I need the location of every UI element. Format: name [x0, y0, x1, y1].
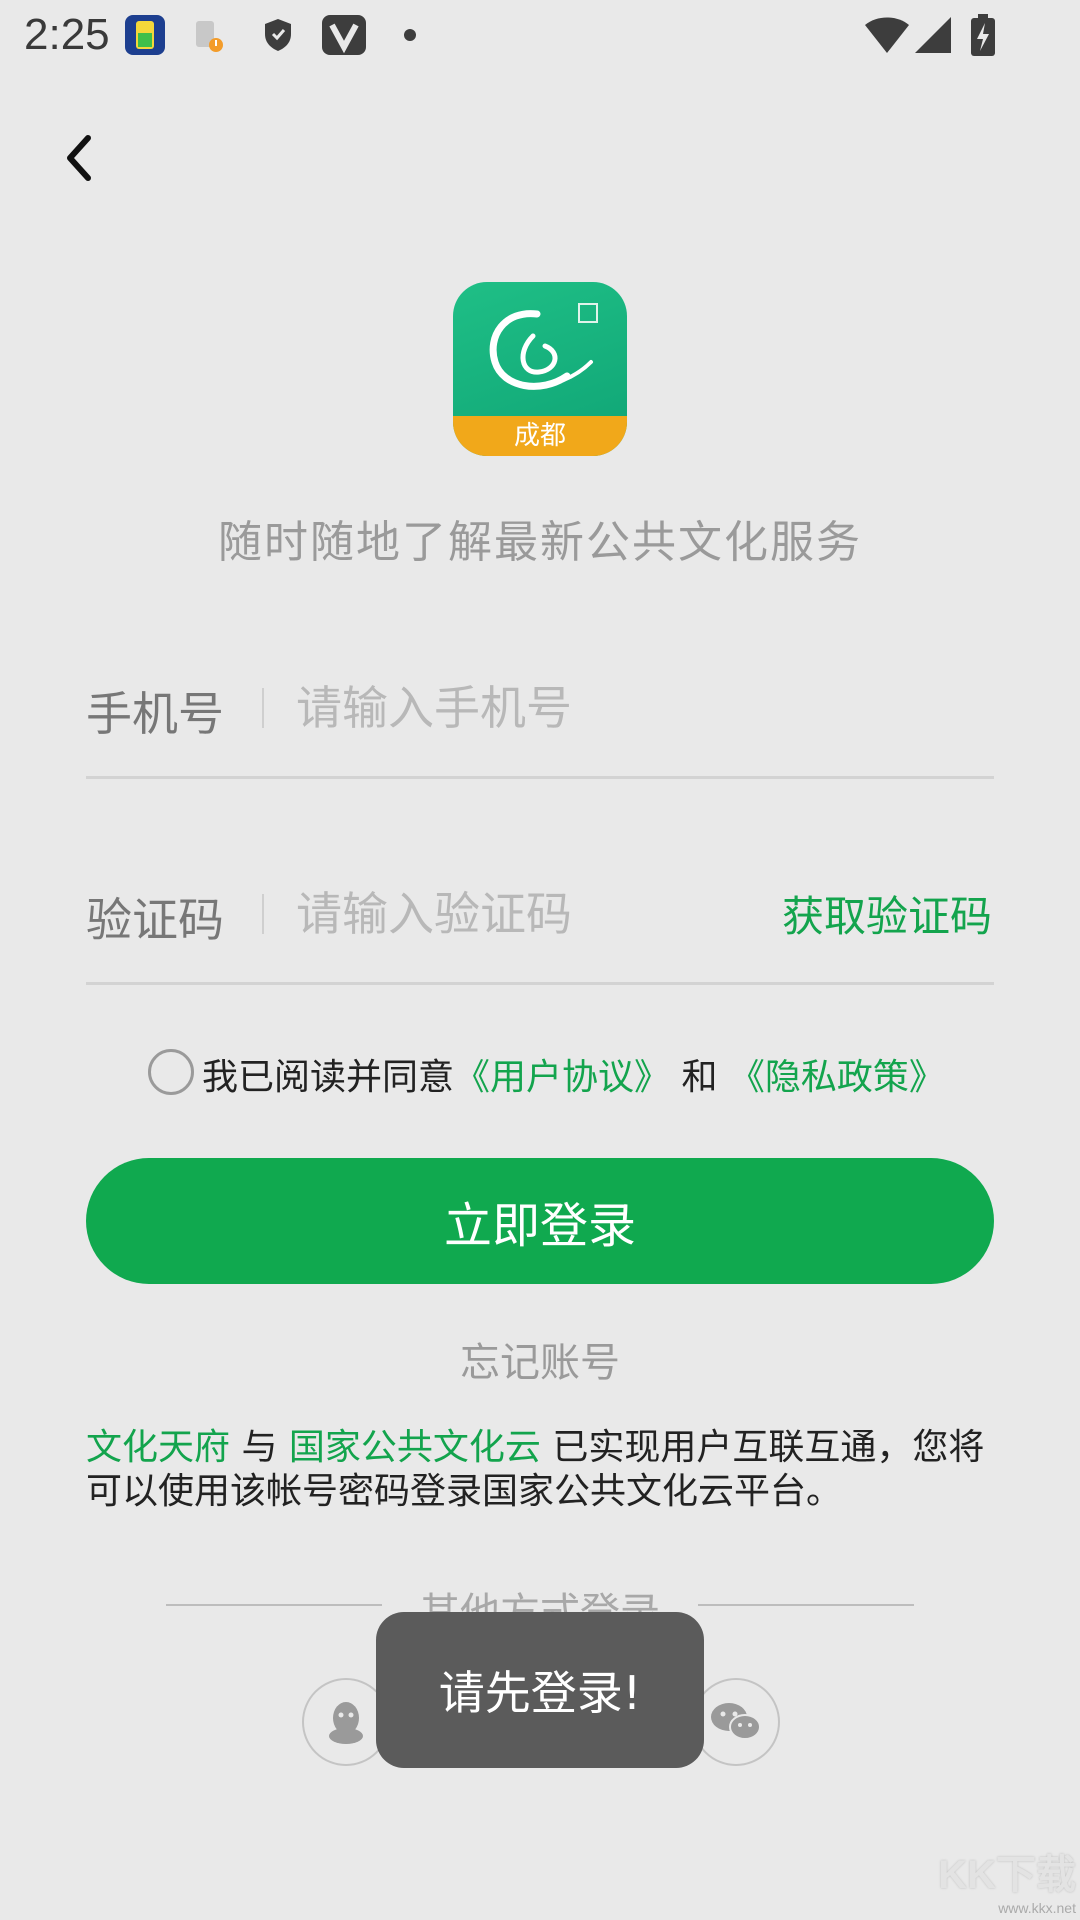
- phone-separator: [262, 688, 264, 728]
- vpn-v-icon: [320, 12, 368, 58]
- battery-app-icon: [122, 12, 168, 58]
- login-button[interactable]: 立即登录: [86, 1158, 994, 1284]
- agreement-prefix: 我已阅读并同意: [202, 1057, 455, 1098]
- toast-message: 请先登录!: [376, 1612, 704, 1768]
- code-input[interactable]: [296, 886, 736, 942]
- signal-icon: [912, 12, 954, 58]
- status-time: 2:25: [24, 10, 110, 59]
- app-logo: 成都: [453, 282, 627, 456]
- tagline: 随时随地了解最新公共文化服务: [218, 517, 862, 568]
- dot-icon: [400, 12, 420, 58]
- phone-input[interactable]: [296, 680, 976, 736]
- privacy-policy-link[interactable]: 《隐私政策》: [729, 1057, 945, 1098]
- notice-brand-national-cloud: 国家公共文化云: [288, 1427, 541, 1468]
- chevron-left-icon: [67, 135, 91, 181]
- user-agreement-link[interactable]: 《用户协议》: [454, 1057, 670, 1098]
- phone-label: 手机号: [86, 687, 224, 741]
- agreement-radio[interactable]: [148, 1049, 194, 1095]
- shield-icon: [258, 12, 298, 58]
- phone-underline: [86, 776, 994, 779]
- wechat-icon: [711, 1703, 761, 1740]
- divider-right: [698, 1604, 914, 1606]
- watermark: KK下载 www.kkx.net: [938, 1842, 1076, 1916]
- code-separator: [262, 894, 264, 934]
- notice-brand-wenhuatianfu: 文化天府: [86, 1427, 231, 1468]
- wifi-icon: [862, 12, 912, 58]
- notification-warning-icon: [188, 12, 228, 58]
- watermark-logo: KK下载: [938, 1853, 1076, 1897]
- notice-with: 与: [230, 1427, 289, 1468]
- get-code-button[interactable]: 获取验证码: [782, 883, 992, 944]
- interconnect-notice: 文化天府 与 国家公共文化云 已实现用户互联互通，您将可以使用该帐号密码登录国家…: [86, 1426, 1006, 1514]
- watermark-url: www.kkx.net: [998, 1900, 1076, 1916]
- code-label: 验证码: [86, 893, 224, 947]
- agreement-and: 和: [670, 1057, 729, 1098]
- qq-icon: [329, 1702, 363, 1744]
- forgot-account-link[interactable]: 忘记账号: [0, 1330, 1080, 1388]
- wechat-login-button[interactable]: [692, 1678, 780, 1766]
- back-button[interactable]: [44, 118, 114, 198]
- battery-charging-icon: [968, 12, 998, 58]
- code-underline: [86, 982, 994, 985]
- agreement-text: 我已阅读并同意《用户协议》 和 《隐私政策》: [202, 1048, 945, 1100]
- logo-city-text: 成都: [513, 421, 566, 451]
- logo-swirl-icon: [489, 303, 598, 390]
